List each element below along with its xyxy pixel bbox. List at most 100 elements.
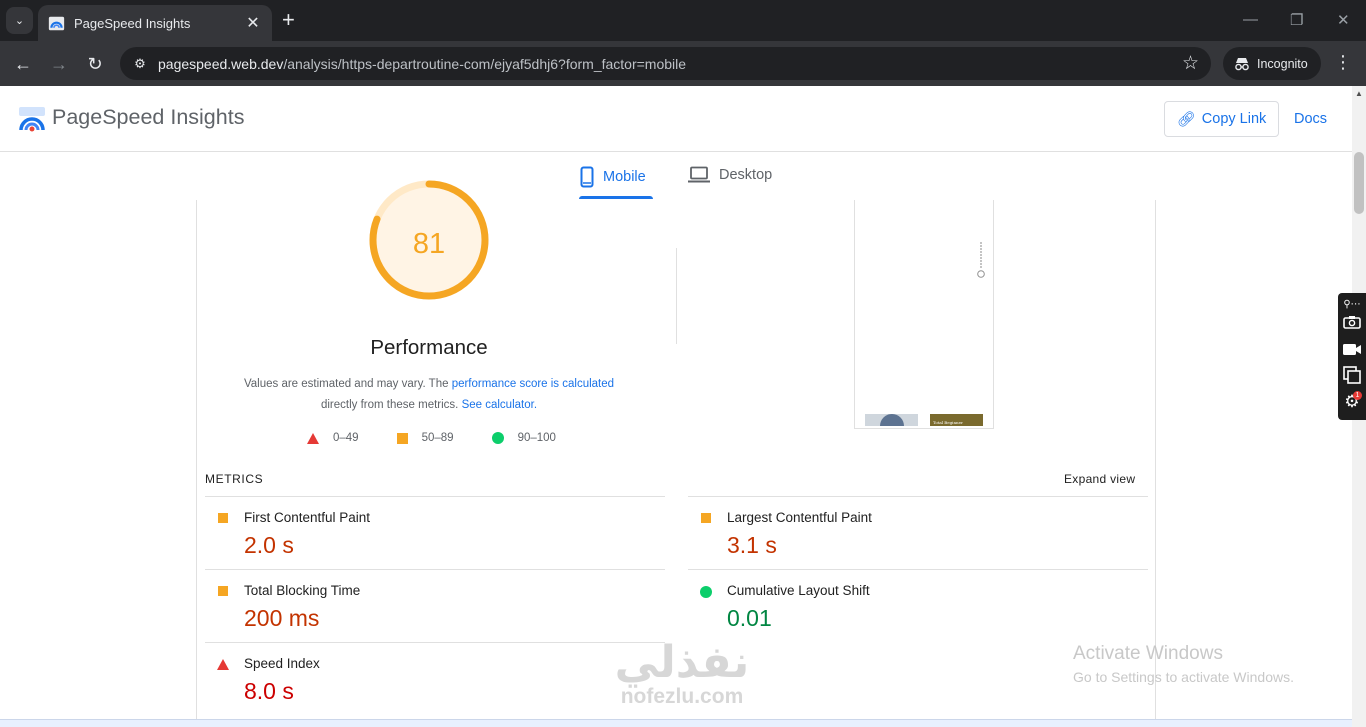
back-icon[interactable]: ← bbox=[11, 52, 35, 76]
score-legend: 0–49 50–89 90–100 bbox=[307, 432, 594, 444]
url-host: pagespeed.web.dev bbox=[158, 55, 284, 72]
laptop-icon bbox=[688, 166, 710, 183]
active-tab-indicator bbox=[579, 196, 653, 199]
triangle-icon bbox=[307, 432, 319, 444]
docs-link[interactable]: Docs bbox=[1294, 111, 1327, 127]
legend-average-range: 50–89 bbox=[421, 432, 454, 444]
metric-value: 2.0 s bbox=[244, 532, 294, 558]
copy-link-label: Copy Link bbox=[1201, 111, 1267, 127]
incognito-label: Incognito bbox=[1257, 56, 1308, 71]
metric-tbt: Total Blocking Time 200 ms bbox=[205, 569, 665, 642]
camera-icon[interactable] bbox=[1342, 313, 1362, 331]
tab-mobile-label: Mobile bbox=[603, 169, 646, 185]
tab-close-icon[interactable]: ✕ bbox=[244, 13, 262, 33]
psi-title[interactable]: PageSpeed Insights bbox=[52, 105, 244, 130]
screenshot-thumbnail-globe bbox=[865, 414, 918, 426]
legend-good-range: 90–100 bbox=[517, 432, 556, 444]
copy-link-button[interactable]: 🔗︎ Copy Link bbox=[1164, 101, 1279, 137]
page: PageSpeed Insights 🔗︎ Copy Link Docs Mob… bbox=[0, 86, 1352, 727]
tab-mobile[interactable]: Mobile bbox=[580, 166, 646, 188]
capture-side-panel: ⚲⋯ ⚙ 1 bbox=[1338, 293, 1366, 420]
browser-menu-icon[interactable]: ⋮ bbox=[1334, 52, 1352, 73]
metric-name: Total Blocking Time bbox=[244, 583, 361, 598]
notification-badge: 1 bbox=[1353, 391, 1362, 400]
browser-toolbar: ← → ↻ ⚙ pagespeed.web.dev/analysis/https… bbox=[0, 41, 1366, 86]
triangle-icon bbox=[217, 659, 229, 670]
metric-name: First Contentful Paint bbox=[244, 510, 371, 525]
mobile-phone-icon bbox=[580, 166, 594, 188]
pagespeed-favicon-icon bbox=[48, 16, 65, 30]
square-icon bbox=[218, 513, 228, 523]
video-camera-icon[interactable] bbox=[1342, 340, 1362, 358]
metric-speed-index: Speed Index 8.0 s bbox=[205, 642, 665, 715]
window-close-icon[interactable]: ✕ bbox=[1337, 11, 1350, 29]
pagespeed-logo-icon[interactable] bbox=[18, 106, 46, 132]
scroll-thumb[interactable] bbox=[1354, 152, 1364, 214]
metric-lcp: Largest Contentful Paint 3.1 s bbox=[688, 496, 1148, 569]
tab-title: PageSpeed Insights bbox=[74, 15, 191, 31]
bottom-edge-strip bbox=[0, 719, 1352, 727]
address-bar[interactable]: ⚙ pagespeed.web.dev/analysis/https-depar… bbox=[120, 47, 1211, 80]
metric-name: Largest Contentful Paint bbox=[727, 510, 872, 525]
page-vertical-text-icon bbox=[977, 242, 985, 278]
incognito-icon bbox=[1235, 57, 1249, 70]
browser-tabstrip: ⌄ PageSpeed Insights ✕ + — ❐ ✕ bbox=[0, 0, 1366, 41]
screenshot-thumbnail-beginner: Total Beginner bbox=[930, 414, 983, 426]
form-factor-tabs: Mobile Desktop bbox=[0, 152, 1352, 200]
metric-fcp: First Contentful Paint 2.0 s bbox=[205, 496, 665, 569]
circle-icon bbox=[491, 432, 504, 444]
copy-screens-icon[interactable] bbox=[1342, 366, 1362, 384]
minimize-icon[interactable]: — bbox=[1243, 11, 1258, 28]
square-icon bbox=[701, 513, 711, 523]
metric-value: 3.1 s bbox=[727, 532, 777, 558]
square-icon bbox=[218, 586, 228, 596]
new-tab-button[interactable]: + bbox=[282, 9, 295, 31]
bookmark-star-icon[interactable]: ☆ bbox=[1182, 52, 1199, 75]
metrics-heading: METRICS bbox=[205, 472, 264, 486]
tab-desktop[interactable]: Desktop bbox=[688, 166, 772, 183]
expand-view-button[interactable]: Expand view bbox=[1064, 472, 1135, 486]
forward-icon[interactable]: → bbox=[47, 52, 71, 76]
watermark-latin: nofezlu.com bbox=[620, 685, 744, 708]
score-disclaimer: Values are estimated and may vary. The p… bbox=[227, 374, 631, 415]
activate-windows-overlay: Activate Windows Go to Settings to activ… bbox=[1073, 643, 1294, 685]
activate-title: Activate Windows bbox=[1073, 643, 1223, 664]
tab-search-chevron-icon[interactable]: ⌄ bbox=[6, 7, 33, 34]
square-icon bbox=[396, 432, 408, 444]
scroll-up-arrow-icon[interactable]: ▲ bbox=[1355, 89, 1363, 98]
legend-good: 90–100 bbox=[491, 432, 556, 444]
legend-average: 50–89 bbox=[396, 432, 454, 444]
final-screenshot[interactable]: Total Beginner bbox=[854, 200, 994, 429]
restore-icon[interactable]: ❐ bbox=[1290, 11, 1303, 29]
metric-value: 0.01 bbox=[727, 605, 772, 631]
disclaimer-text-2: directly from these metrics. bbox=[320, 398, 462, 411]
see-calculator-link[interactable]: See calculator. bbox=[462, 399, 537, 411]
metric-value: 200 ms bbox=[244, 605, 320, 631]
metric-name: Speed Index bbox=[244, 656, 320, 671]
performance-score: 81 bbox=[412, 228, 446, 260]
metric-value: 8.0 s bbox=[244, 678, 294, 704]
activate-subtitle: Go to Settings to activate Windows. bbox=[1073, 669, 1294, 685]
watermark: نفذلي nofezlu.com bbox=[597, 640, 767, 708]
disclaimer-text-1: Values are estimated and may vary. The bbox=[243, 378, 452, 390]
circle-icon bbox=[700, 586, 712, 598]
link-icon: 🔗︎ bbox=[1176, 111, 1196, 128]
browser-tab[interactable]: PageSpeed Insights ✕ bbox=[38, 5, 272, 41]
performance-label: Performance bbox=[370, 336, 488, 359]
legend-poor: 0–49 bbox=[307, 432, 359, 444]
psi-header: PageSpeed Insights 🔗︎ Copy Link Docs bbox=[0, 86, 1352, 152]
thumbnail-caption: Total Beginner bbox=[933, 420, 963, 425]
legend-poor-range: 0–49 bbox=[333, 432, 359, 444]
reload-icon[interactable]: ↻ bbox=[83, 52, 107, 76]
watermark-arabic: نفذلي bbox=[614, 638, 750, 687]
site-info-icon[interactable]: ⚙ bbox=[129, 53, 151, 75]
panel-more-icon[interactable]: ⚲⋯ bbox=[1342, 295, 1362, 313]
incognito-badge[interactable]: Incognito bbox=[1223, 47, 1321, 80]
metric-cls: Cumulative Layout Shift 0.01 bbox=[688, 569, 1148, 642]
section-divider bbox=[676, 248, 677, 344]
url-text[interactable]: pagespeed.web.dev/analysis/https-departr… bbox=[158, 56, 686, 72]
tab-desktop-label: Desktop bbox=[719, 166, 773, 183]
metric-name: Cumulative Layout Shift bbox=[727, 583, 870, 598]
url-path: /analysis/https-departroutine-com/ejyaf5… bbox=[283, 55, 687, 72]
score-calculated-link[interactable]: performance score is calculated bbox=[452, 378, 614, 390]
